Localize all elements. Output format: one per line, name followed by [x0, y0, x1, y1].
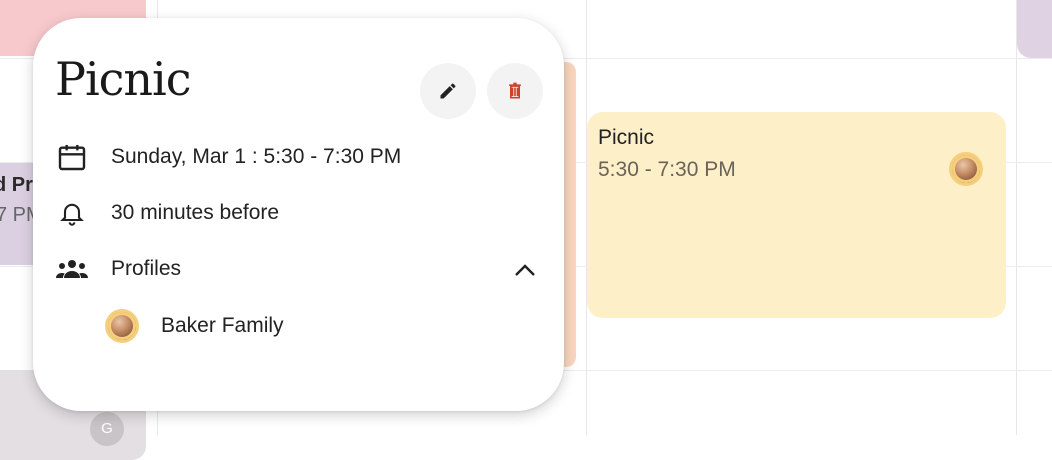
- event-title-partial: d Pr: [0, 174, 33, 196]
- profile-avatar: [105, 309, 139, 343]
- bell-icon: [55, 196, 89, 230]
- profile-avatar: [949, 152, 983, 186]
- edit-button[interactable]: [420, 63, 476, 119]
- popup-title: Picnic: [55, 52, 192, 106]
- profile-list-item[interactable]: Baker Family: [105, 309, 284, 343]
- event-date-row: Sunday, Mar 1 : 5:30 - 7:30 PM: [55, 140, 401, 174]
- calendar-event-purple-right[interactable]: [1017, 0, 1052, 58]
- avatar: G: [90, 412, 124, 446]
- reminder-text: 30 minutes before: [111, 201, 280, 224]
- event-detail-popup: Picnic Sunday, Mar 1 : 5:30 - 7:30 PM 30…: [33, 18, 564, 411]
- delete-button[interactable]: [487, 63, 543, 119]
- pencil-icon: [440, 83, 456, 99]
- calendar-icon: [55, 140, 89, 174]
- calendar-event-picnic[interactable]: Picnic 5:30 - 7:30 PM: [587, 112, 1006, 318]
- event-time: 5:30 - 7:30 PM: [598, 158, 736, 181]
- event-title: Picnic: [598, 126, 655, 149]
- people-icon: [55, 252, 89, 286]
- trash-icon: [509, 82, 521, 99]
- profile-name: Baker Family: [161, 314, 284, 337]
- profiles-label: Profiles: [111, 257, 182, 280]
- reminder-row: 30 minutes before: [55, 196, 279, 230]
- chevron-up-icon[interactable]: [511, 258, 539, 282]
- profiles-header[interactable]: Profiles: [55, 252, 181, 286]
- event-date-text: Sunday, Mar 1 : 5:30 - 7:30 PM: [111, 145, 402, 168]
